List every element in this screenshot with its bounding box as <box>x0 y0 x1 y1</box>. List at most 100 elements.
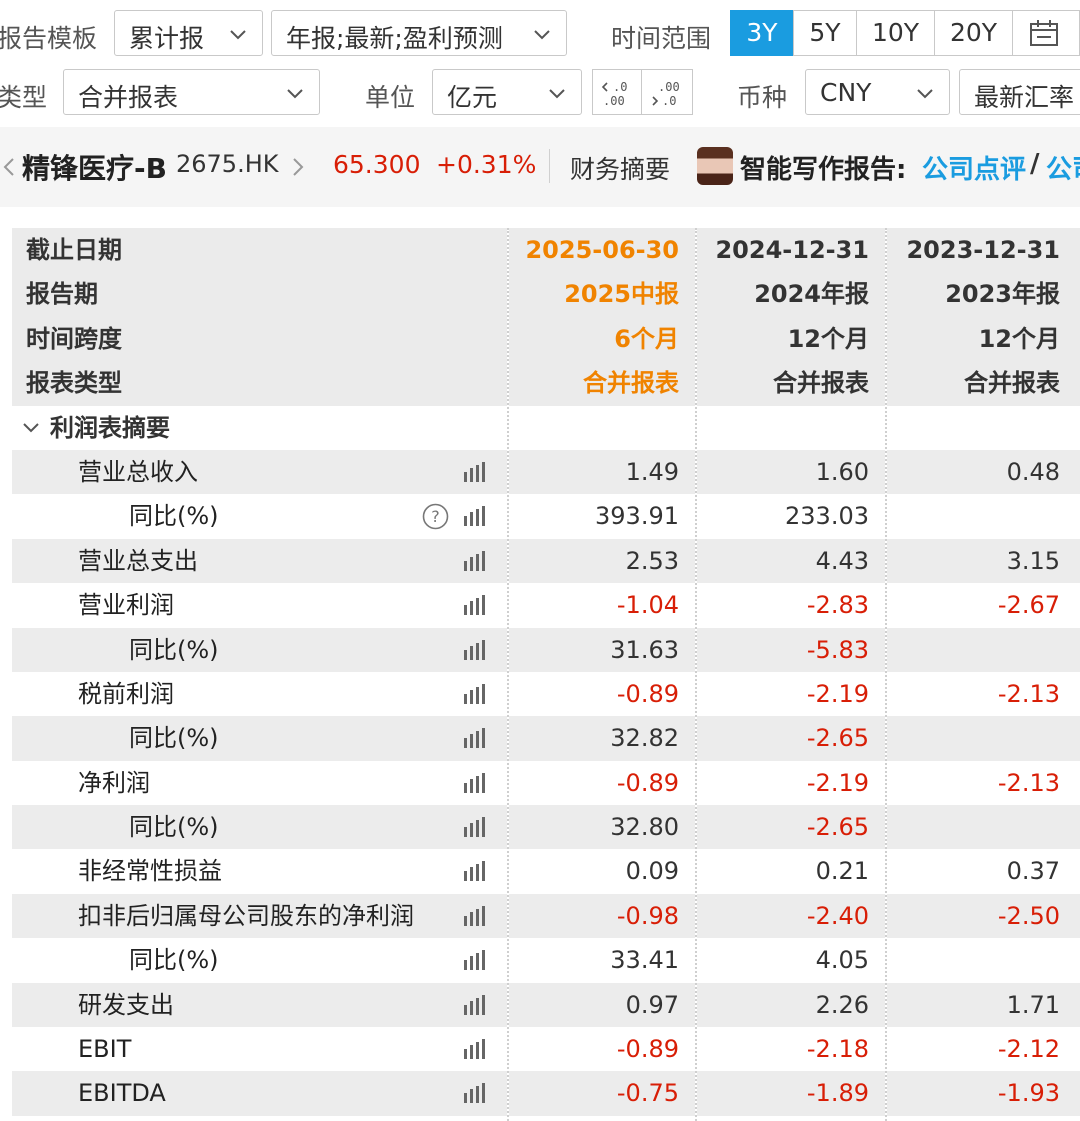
table-row[interactable]: 同比(%) 32.80 -2.65 <box>12 805 1080 850</box>
table-row[interactable]: 扣非后归属母公司股东的净利润 -0.98 -2.40 -2.50 <box>12 893 1080 939</box>
table-row[interactable]: 营业利润 -1.04 -2.83 -2.67 <box>12 583 1080 628</box>
type-dropdown[interactable]: 合并报表 <box>63 69 320 115</box>
value-period-2: -2.19 <box>697 671 885 717</box>
report-template-label: 报告模板 <box>0 24 98 53</box>
table-row[interactable]: 同比(%) 33.41 4.05 <box>12 938 1080 983</box>
row-label-cell: 净利润 <box>12 760 507 806</box>
value-period-3: 1.71 <box>887 982 1080 1028</box>
row-label: 研发支出 <box>78 990 174 1019</box>
bar-chart-icon[interactable] <box>463 506 487 527</box>
row-label-cell: 扣非后归属母公司股东的净利润 <box>12 893 507 939</box>
table-row[interactable]: 研发支出 0.97 2.26 1.71 <box>12 982 1080 1028</box>
value-period-3 <box>887 938 1080 983</box>
increase-decimal-button[interactable]: .0 .00 <box>592 69 642 115</box>
divider <box>549 149 550 183</box>
help-icon[interactable]: ? <box>422 503 449 530</box>
bar-chart-icon[interactable] <box>463 595 487 616</box>
calendar-button[interactable] <box>1012 10 1080 56</box>
chevron-right-icon[interactable] <box>291 156 305 178</box>
row-label: EBITDA <box>78 1079 166 1108</box>
table-row[interactable]: 净利润 -0.89 -2.19 -2.13 <box>12 760 1080 806</box>
calendar-icon <box>1030 20 1058 46</box>
value-period-1: -0.98 <box>509 893 695 939</box>
column-divider <box>885 228 887 1121</box>
table-row[interactable]: EBITDA -0.75 -1.89 -1.93 <box>12 1071 1080 1116</box>
header-value-period-1: 6个月 <box>509 316 695 362</box>
bar-chart-icon[interactable] <box>463 950 487 971</box>
bar-chart-icon[interactable] <box>463 1039 487 1060</box>
bar-chart-icon[interactable] <box>463 772 487 793</box>
table-row[interactable]: 非经常性损益 0.09 0.21 0.37 <box>12 849 1080 894</box>
chevron-down-icon <box>534 30 550 40</box>
fx-rate-dropdown[interactable]: 最新汇率 <box>959 69 1080 115</box>
bar-chart-icon[interactable] <box>463 728 487 749</box>
company-review-link[interactable]: 公司点评 <box>922 149 1026 186</box>
row-label-cell: 同比(%) <box>12 938 507 983</box>
value-period-3: -2.13 <box>887 671 1080 717</box>
value-period-3: 0.37 <box>887 849 1080 894</box>
value-period-2: -5.83 <box>697 627 885 672</box>
row-label: 营业利润 <box>78 591 174 620</box>
table-row[interactable]: 税前利润 -0.89 -2.19 -2.13 <box>12 671 1080 717</box>
time-range-5y-button[interactable]: 5Y <box>793 10 857 56</box>
bar-chart-icon[interactable] <box>463 683 487 704</box>
value-period-1: -0.89 <box>509 760 695 806</box>
value-period-3: -2.12 <box>887 1027 1080 1072</box>
table-row[interactable]: 营业总收入 1.49 1.60 0.48 <box>12 449 1080 495</box>
stock-name[interactable]: 精锋医疗-B <box>22 147 167 187</box>
value-period-3: -1.93 <box>887 1071 1080 1116</box>
bar-chart-icon[interactable] <box>463 461 487 482</box>
empty-cell <box>697 405 885 450</box>
column-divider <box>695 228 697 1121</box>
row-label-cell: 营业总支出 <box>12 538 507 584</box>
time-range-20y-button[interactable]: 20Y <box>934 10 1013 56</box>
section-row[interactable]: 利润表摘要 <box>12 405 1080 450</box>
table-row[interactable]: 同比(%)? 393.91 233.03 <box>12 494 1080 539</box>
bar-chart-icon[interactable] <box>463 550 487 571</box>
table-row[interactable]: 同比(%) 32.82 -2.65 <box>12 716 1080 761</box>
unit-dropdown[interactable]: 亿元 <box>432 69 582 115</box>
report-kind-dropdown[interactable]: 年报;最新;盈利预测 <box>271 10 567 56</box>
time-range-10y-button[interactable]: 10Y <box>856 10 935 56</box>
value-period-1: 33.41 <box>509 938 695 983</box>
company-link[interactable]: 公司 <box>1046 149 1080 186</box>
currency-dropdown[interactable]: CNY <box>805 69 950 115</box>
ai-avatar <box>697 147 733 185</box>
bar-chart-icon[interactable] <box>463 861 487 882</box>
value-period-1: 31.63 <box>509 627 695 672</box>
report-template-dropdown[interactable]: 累计报 <box>114 10 263 56</box>
row-label: 营业总支出 <box>78 546 198 575</box>
bar-chart-icon[interactable] <box>463 905 487 926</box>
table-row[interactable]: 同比(%) 31.63 -5.83 <box>12 627 1080 672</box>
value-period-1: 32.80 <box>509 805 695 850</box>
time-range-3y-button[interactable]: 3Y <box>730 10 794 56</box>
table-row[interactable]: EBIT -0.89 -2.18 -2.12 <box>12 1027 1080 1072</box>
header-value-period-2: 合并报表 <box>697 361 885 406</box>
value-period-1: 0.09 <box>509 849 695 894</box>
bar-chart-icon[interactable] <box>463 817 487 838</box>
value-period-2: 1.60 <box>697 449 885 495</box>
chevron-left-icon[interactable] <box>2 156 16 178</box>
value-period-2: 233.03 <box>697 494 885 539</box>
value-period-2: -1.89 <box>697 1071 885 1116</box>
bar-chart-icon[interactable] <box>463 639 487 660</box>
row-label-cell: 研发支出 <box>12 982 507 1028</box>
value-period-1: -1.04 <box>509 583 695 628</box>
value-period-2: 4.05 <box>697 938 885 983</box>
table-row[interactable]: 营业总支出 2.53 4.43 3.15 <box>12 538 1080 584</box>
type-label: 类型 <box>0 83 48 112</box>
chevron-down-icon[interactable] <box>22 421 40 435</box>
stock-change: +0.31% <box>436 150 537 179</box>
decrease-decimal-button[interactable]: .00 .0 <box>641 69 693 115</box>
column-divider <box>507 228 509 1121</box>
header-row: 报告期 2025中报 2024年报 2023年报 <box>12 272 1080 317</box>
section-title-cell: 利润表摘要 <box>12 405 507 450</box>
row-label: 非经常性损益 <box>78 857 222 886</box>
bar-chart-icon[interactable] <box>463 994 487 1015</box>
value-period-2: -2.18 <box>697 1027 885 1072</box>
chevron-down-icon <box>287 89 303 99</box>
bar-chart-icon[interactable] <box>463 1083 487 1104</box>
header-value-period-2: 2024年报 <box>697 272 885 317</box>
value-period-3 <box>887 805 1080 850</box>
row-label: 同比(%) <box>129 946 219 975</box>
